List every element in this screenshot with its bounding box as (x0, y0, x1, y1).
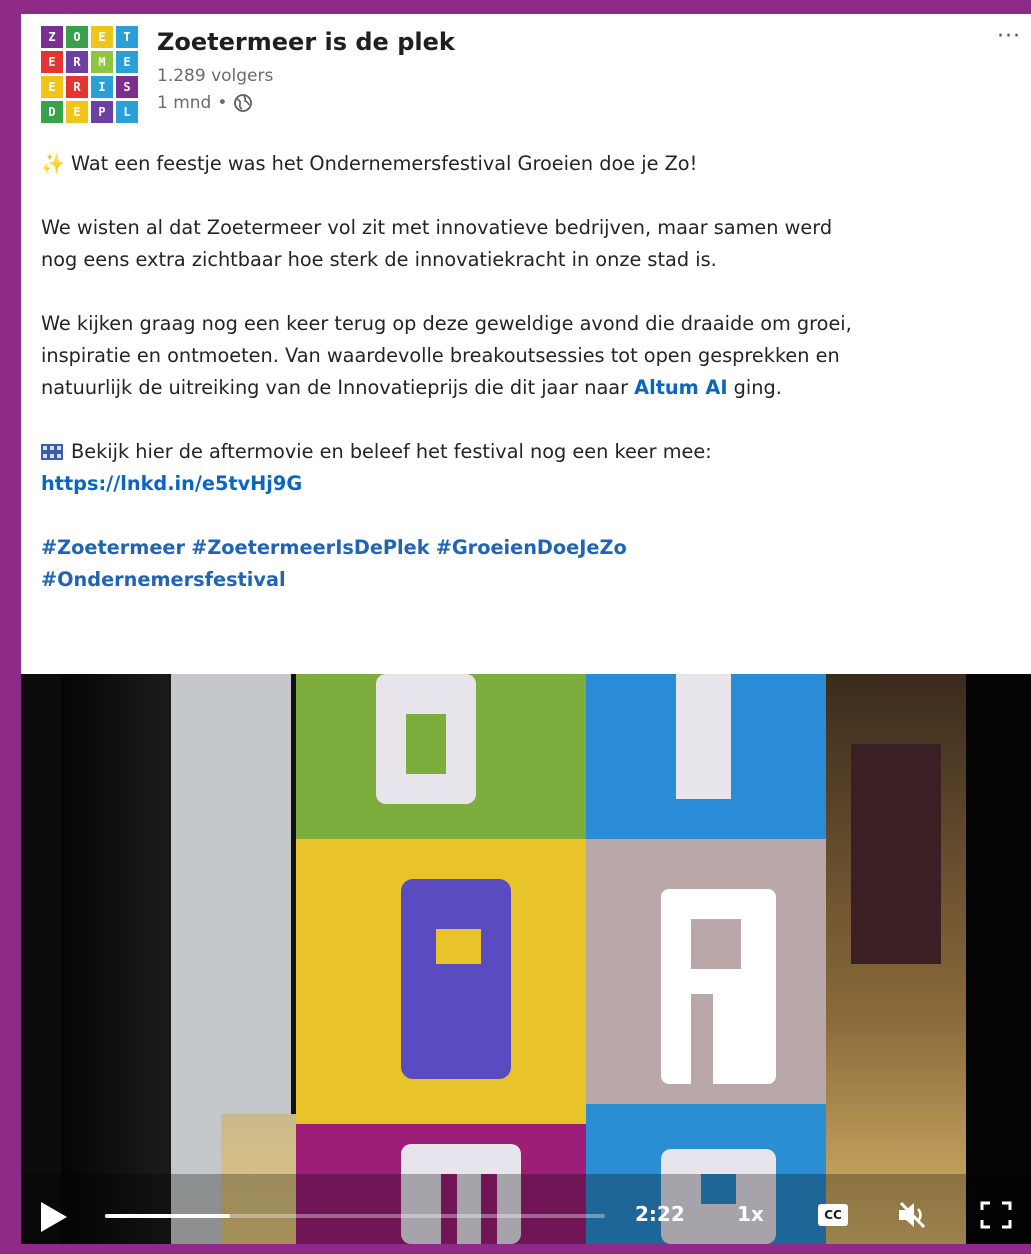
film-frames-icon (41, 444, 63, 460)
hashtag-link[interactable]: #ZoetermeerIsDePlek (191, 536, 429, 559)
post-card: ZOETERMEERISDEPL Zoetermeer is de plek 1… (21, 14, 1031, 1244)
logo-tile: E (66, 101, 88, 123)
hashtag-link[interactable]: #GroeienDoeJeZo (436, 536, 627, 559)
logo-tile: S (116, 76, 138, 98)
logo-tile: O (66, 26, 88, 48)
author-name[interactable]: Zoetermeer is de plek (157, 28, 455, 56)
more-options-button[interactable]: ··· (997, 26, 1021, 48)
muted-speaker-icon[interactable] (896, 1200, 930, 1230)
progress-bar[interactable] (105, 1214, 605, 1218)
post-header: ZOETERMEERISDEPL Zoetermeer is de plek 1… (41, 26, 1021, 136)
meta-separator: • (217, 93, 228, 113)
logo-tile: P (91, 101, 113, 123)
globe-icon (234, 94, 253, 112)
hashtag-link[interactable]: #Ondernemersfestival (41, 568, 286, 591)
author-logo[interactable]: ZOETERMEERISDEPL (41, 26, 138, 123)
paragraph-2-line-1: We kijken graag nog een keer terug op de… (41, 312, 852, 335)
paragraph-2-line-3-post: ging. (727, 376, 782, 399)
intro-line: ✨ Wat een feestje was het Ondernemersfest… (41, 148, 1026, 180)
closed-captions-button[interactable]: CC (818, 1204, 848, 1226)
logo-tile: R (66, 51, 88, 73)
fullscreen-icon[interactable] (979, 1200, 1013, 1230)
hashtags-line-1: #Zoetermeer #ZoetermeerIsDePlek #Groeien… (41, 532, 1026, 564)
intro-text: Wat een feestje was het Ondernemersfesti… (71, 152, 698, 175)
aftermovie-link[interactable]: https://lnkd.in/e5tvHj9G (41, 472, 302, 495)
paragraph-1-line-1: We wisten al dat Zoetermeer vol zit met … (41, 216, 833, 239)
mention-link[interactable]: Altum AI (634, 376, 727, 399)
post-time: 1 mnd (157, 93, 212, 113)
remaining-time: 2:22 (635, 1202, 685, 1226)
logo-tile: D (41, 101, 63, 123)
logo-tile: I (91, 76, 113, 98)
logo-tile: E (41, 51, 63, 73)
video-controls: 2:22 1x CC (21, 1188, 1031, 1244)
logo-tile: E (41, 76, 63, 98)
sparkle-icon: ✨ (41, 152, 66, 175)
paragraph-1-line-2: nog eens extra zichtbaar hoe sterk de in… (41, 248, 717, 271)
paragraph-3-line-1: Bekijk hier de aftermovie en beleef het … (41, 436, 1026, 468)
playback-speed-button[interactable]: 1x (737, 1202, 764, 1226)
logo-tile: E (91, 26, 113, 48)
post-meta: 1 mnd • (157, 93, 253, 113)
play-button[interactable] (41, 1202, 67, 1232)
logo-tile: M (91, 51, 113, 73)
logo-tile: T (116, 26, 138, 48)
progress-fill (105, 1214, 230, 1218)
logo-tile: R (66, 76, 88, 98)
hashtags-line-2: #Ondernemersfestival (41, 564, 1026, 596)
logo-tile: Z (41, 26, 63, 48)
paragraph-2-line-3: natuurlijk de uitreiking van de Innovati… (41, 372, 1026, 404)
video-frame (21, 674, 1031, 1244)
logo-tile: E (116, 51, 138, 73)
post-text: ✨ Wat een feestje was het Ondernemersfest… (41, 148, 1026, 596)
hashtag-link[interactable]: #Zoetermeer (41, 536, 185, 559)
paragraph-2-line-2: inspiratie en ontmoeten. Van waardevolle… (41, 344, 840, 367)
follower-count: 1.289 volgers (157, 66, 274, 86)
video-player[interactable]: 2:22 1x CC (21, 674, 1031, 1244)
paragraph-2-line-3-pre: natuurlijk de uitreiking van de Innovati… (41, 376, 635, 399)
paragraph-3-text: Bekijk hier de aftermovie en beleef het … (71, 440, 712, 463)
logo-tile: L (116, 101, 138, 123)
